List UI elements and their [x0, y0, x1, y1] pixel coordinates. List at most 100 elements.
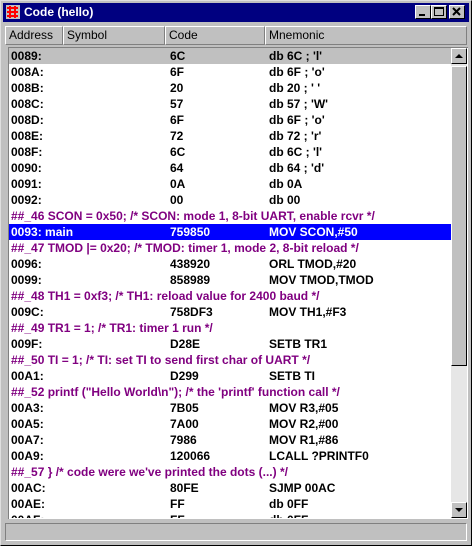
code-row[interactable]: 0091: 0A db 0A — [9, 176, 451, 192]
mnemonic-cell: db 6F ; 'o' — [269, 113, 325, 127]
mnemonic-cell: MOV R3,#05 — [269, 401, 339, 415]
code-cell: 80FE — [170, 481, 199, 495]
source-line-text: ##_50 TI = 1; /* TI: set TI to send firs… — [11, 353, 311, 367]
code-row[interactable]: 008C: 57 db 57 ; 'W' — [9, 96, 451, 112]
minimize-button[interactable] — [415, 5, 431, 19]
scroll-down-button[interactable] — [451, 502, 467, 518]
code-list[interactable]: 0089: 6C db 6C ; 'l' 008A: 6F db 6F ; 'o' 008B… — [9, 48, 451, 518]
window-title: Code (hello) — [24, 5, 94, 19]
source-line-row[interactable]: ##_49 TR1 = 1; /* TR1: timer 1 run */ — [9, 320, 451, 336]
code-row[interactable]: 00A5: 7A00 MOV R2,#00 — [9, 416, 451, 432]
code-row[interactable]: 009F: D28E SETB TR1 — [9, 336, 451, 352]
close-button[interactable] — [449, 5, 465, 19]
close-icon — [452, 7, 461, 16]
mnemonic-cell: SETB TR1 — [269, 337, 328, 351]
title-bar[interactable]: Code (hello) — [3, 3, 469, 22]
code-row[interactable]: 00A1: D299 SETB TI — [9, 368, 451, 384]
code-row[interactable]: 0090: 64 db 64 ; 'd' — [9, 160, 451, 176]
mnemonic-cell: db 0A — [269, 177, 303, 191]
address-cell: 00A1: — [11, 369, 44, 383]
header-symbol[interactable]: Symbol — [63, 26, 165, 45]
code-row[interactable]: 00A9: 120066 LCALL ?PRINTF0 — [9, 448, 451, 464]
code-cell: 120066 — [170, 449, 211, 463]
code-cell: 0A — [170, 177, 186, 191]
code-cell: 00 — [170, 193, 184, 207]
address-cell: 00AE: — [11, 497, 46, 511]
code-cell: FF — [170, 497, 185, 511]
code-row[interactable]: 00AE: FF db 0FF — [9, 496, 451, 512]
mnemonic-cell: ORL TMOD,#20 — [269, 257, 357, 271]
code-row[interactable]: 00A7: 7986 MOV R1,#86 — [9, 432, 451, 448]
code-row[interactable]: 008F: 6C db 6C ; 'l' — [9, 144, 451, 160]
source-line-row[interactable]: ##_50 TI = 1; /* TI: set TI to send firs… — [9, 352, 451, 368]
address-cell: 00A9: — [11, 449, 44, 463]
app-icon — [6, 5, 20, 19]
address-cell: 00A5: — [11, 417, 44, 431]
code-cell: 6F — [170, 113, 185, 127]
scroll-thumb[interactable] — [451, 66, 467, 366]
code-cell: D299 — [170, 369, 199, 383]
code-row[interactable]: 0092: 00 db 00 — [9, 192, 451, 208]
address-cell: 008B: — [11, 81, 44, 95]
code-row[interactable]: 008B: 20 db 20 ; ' ' — [9, 80, 451, 96]
code-row[interactable]: 008D: 6F db 6F ; 'o' — [9, 112, 451, 128]
address-cell: 0089: — [11, 49, 42, 63]
mnemonic-cell: MOV TMOD,TMOD — [269, 273, 374, 287]
mnemonic-cell: db 57 ; 'W' — [269, 97, 329, 111]
mnemonic-cell: db 6C ; 'l' — [269, 145, 323, 159]
vertical-scrollbar[interactable] — [451, 48, 467, 518]
code-row[interactable]: 009C: 758DF3 MOV TH1,#F3 — [9, 304, 451, 320]
arrow-down-icon — [455, 508, 463, 512]
code-row[interactable]: 00AF: FF db 0FF — [9, 512, 451, 518]
source-line-text: ##_57 } /* code were we've printed the d… — [11, 465, 288, 479]
selected-code-row[interactable]: 0093: main 759850 MOV SCON,#50 — [9, 224, 451, 240]
address-cell: 0092: — [11, 193, 42, 207]
header-code[interactable]: Code — [165, 26, 265, 45]
code-row[interactable]: 008A: 6F db 6F ; 'o' — [9, 64, 451, 80]
mnemonic-cell: LCALL ?PRINTF0 — [269, 449, 369, 463]
source-line-row[interactable]: ##_48 TH1 = 0xf3; /* TH1: reload value f… — [9, 288, 451, 304]
code-row[interactable]: 0089: 6C db 6C ; 'l' — [9, 48, 451, 64]
code-row[interactable]: 008E: 72 db 72 ; 'r' — [9, 128, 451, 144]
source-line-row[interactable]: ##_47 TMOD |= 0x20; /* TMOD: timer 1, mo… — [9, 240, 451, 256]
mnemonic-cell: db 00 — [269, 193, 301, 207]
code-cell: 6F — [170, 65, 185, 79]
source-line-row[interactable]: ##_46 SCON = 0x50; /* SCON: mode 1, 8-bi… — [9, 208, 451, 224]
address-cell: 0090: — [11, 161, 42, 175]
code-cell: 438920 — [170, 257, 211, 271]
source-line-row[interactable]: ##_52 printf ("Hello World\n"); /* the '… — [9, 384, 451, 400]
source-line-text: ##_49 TR1 = 1; /* TR1: timer 1 run */ — [11, 321, 213, 335]
address-cell: 0096: — [11, 257, 42, 271]
code-cell: 7986 — [170, 433, 197, 447]
address-cell: 008F: — [11, 145, 43, 159]
address-cell: 00AF: — [11, 512, 44, 518]
address-cell: 008E: — [11, 129, 44, 143]
mnemonic-cell: MOV SCON,#50 — [269, 225, 358, 239]
source-line-text: ##_48 TH1 = 0xf3; /* TH1: reload value f… — [11, 289, 320, 303]
column-headers: Address Symbol Code Mnemonic — [5, 26, 467, 45]
minimize-icon — [419, 14, 425, 16]
code-row[interactable]: 0099: 858989 MOV TMOD,TMOD — [9, 272, 451, 288]
code-cell: 72 — [170, 129, 184, 143]
header-mnemonic[interactable]: Mnemonic — [265, 26, 467, 45]
mnemonic-cell: db 0FF — [269, 497, 309, 511]
scroll-up-button[interactable] — [451, 48, 467, 64]
code-row[interactable]: 00A3: 7B05 MOV R3,#05 — [9, 400, 451, 416]
mnemonic-cell: MOV TH1,#F3 — [269, 305, 347, 319]
mnemonic-cell: SETB TI — [269, 369, 316, 383]
address-cell: 008A: — [11, 65, 44, 79]
maximize-button[interactable] — [431, 5, 447, 19]
maximize-icon — [434, 7, 444, 16]
code-row[interactable]: 0096: 438920 ORL TMOD,#20 — [9, 256, 451, 272]
header-address[interactable]: Address — [5, 26, 63, 45]
source-line-text: ##_46 SCON = 0x50; /* SCON: mode 1, 8-bi… — [11, 209, 375, 223]
code-row[interactable]: 00AC: 80FE SJMP 00AC — [9, 480, 451, 496]
address-cell: 00A3: — [11, 401, 44, 415]
address-cell: 0093: main — [11, 225, 74, 239]
address-cell: 0091: — [11, 177, 42, 191]
mnemonic-cell: db 20 ; ' ' — [269, 81, 321, 95]
mnemonic-cell: db 72 ; 'r' — [269, 129, 322, 143]
code-cell: 759850 — [170, 225, 211, 239]
address-cell: 0099: — [11, 273, 42, 287]
source-line-row[interactable]: ##_57 } /* code were we've printed the d… — [9, 464, 451, 480]
